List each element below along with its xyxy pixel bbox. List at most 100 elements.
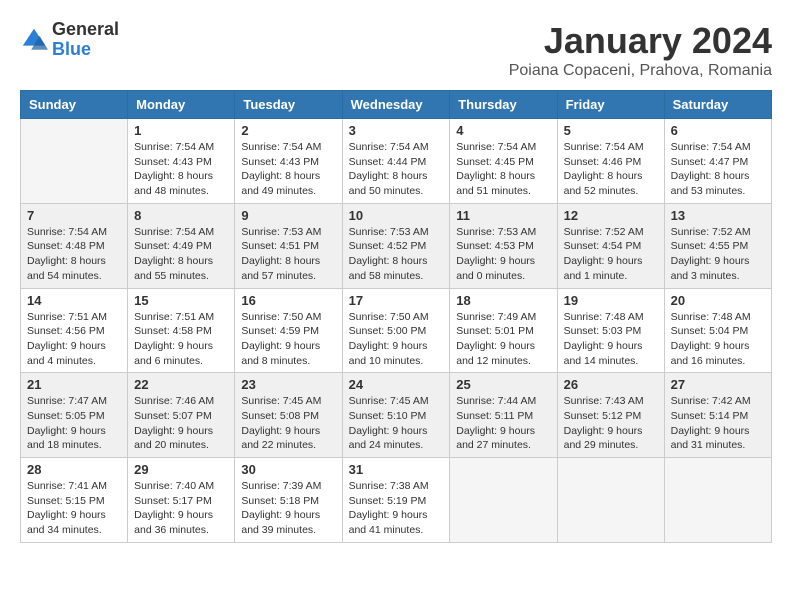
day-number: 26 [564,377,658,392]
day-number: 29 [134,462,228,477]
header-saturday: Saturday [664,91,771,119]
day-detail: Sunrise: 7:51 AMSunset: 4:56 PMDaylight:… [27,310,121,369]
day-detail: Sunrise: 7:54 AMSunset: 4:49 PMDaylight:… [134,225,228,284]
day-number: 8 [134,208,228,223]
table-row [557,458,664,543]
table-row: 27 Sunrise: 7:42 AMSunset: 5:14 PMDayligh… [664,373,771,458]
day-detail: Sunrise: 7:52 AMSunset: 4:54 PMDaylight:… [564,225,658,284]
calendar-header-row: Sunday Monday Tuesday Wednesday Thursday… [21,91,772,119]
table-row: 16Sunrise: 7:50 AMSunset: 4:59 PMDayligh… [235,288,342,373]
day-number: 3 [349,123,444,138]
day-number: 18 [456,293,550,308]
day-detail: Sunrise: 7:48 AMSunset: 5:03 PMDaylight:… [564,310,658,369]
header-friday: Friday [557,91,664,119]
day-detail: Sunrise: 7:51 AMSunset: 4:58 PMDaylight:… [134,310,228,369]
day-detail: Sunrise: 7:54 AMSunset: 4:48 PMDaylight:… [27,225,121,284]
header-tuesday: Tuesday [235,91,342,119]
table-row: 30Sunrise: 7:39 AMSunset: 5:18 PMDayligh… [235,458,342,543]
day-number: 23 [241,377,335,392]
table-row: 20Sunrise: 7:48 AMSunset: 5:04 PMDayligh… [664,288,771,373]
day-number: 19 [564,293,658,308]
day-detail: Sunrise: 7:54 AMSunset: 4:47 PMDaylight:… [671,140,765,199]
table-row: 14 Sunrise: 7:51 AMSunset: 4:56 PMDayligh… [21,288,128,373]
table-row: 26 Sunrise: 7:43 AMSunset: 5:12 PMDayligh… [557,373,664,458]
day-number: 28 [27,462,121,477]
day-number: 9 [241,208,335,223]
day-number: 10 [349,208,444,223]
table-row: 21 Sunrise: 7:47 AMSunset: 5:05 PMDayligh… [21,373,128,458]
table-row: 1 Sunrise: 7:54 AMSunset: 4:43 PMDaylight… [128,119,235,204]
day-detail: Sunrise: 7:47 AMSunset: 5:05 PMDaylight:… [27,394,121,453]
logo-text: General Blue [52,20,119,60]
day-detail: Sunrise: 7:45 AMSunset: 5:08 PMDaylight:… [241,394,335,453]
day-number: 12 [564,208,658,223]
day-number: 25 [456,377,550,392]
location-subtitle: Poiana Copaceni, Prahova, Romania [509,62,772,80]
calendar-week-row: 1 Sunrise: 7:54 AMSunset: 4:43 PMDaylight… [21,119,772,204]
day-number: 14 [27,293,121,308]
table-row: 6 Sunrise: 7:54 AMSunset: 4:47 PMDaylight… [664,119,771,204]
table-row: 9Sunrise: 7:53 AMSunset: 4:51 PMDaylight… [235,203,342,288]
day-detail: Sunrise: 7:50 AMSunset: 5:00 PMDaylight:… [349,310,444,369]
table-row: 8 Sunrise: 7:54 AMSunset: 4:49 PMDaylight… [128,203,235,288]
day-detail: Sunrise: 7:38 AMSunset: 5:19 PMDaylight:… [349,479,444,538]
title-section: January 2024 Poiana Copaceni, Prahova, R… [509,20,772,80]
day-detail: Sunrise: 7:44 AMSunset: 5:11 PMDaylight:… [456,394,550,453]
table-row: 28 Sunrise: 7:41 AMSunset: 5:15 PMDayligh… [21,458,128,543]
logo-general-text: General [52,20,119,40]
day-number: 15 [134,293,228,308]
table-row [664,458,771,543]
table-row: 13Sunrise: 7:52 AMSunset: 4:55 PMDayligh… [664,203,771,288]
day-number: 13 [671,208,765,223]
day-detail: Sunrise: 7:42 AMSunset: 5:14 PMDaylight:… [671,394,765,453]
day-number: 31 [349,462,444,477]
table-row: 3 Sunrise: 7:54 AMSunset: 4:44 PMDaylight… [342,119,450,204]
day-number: 7 [27,208,121,223]
day-detail: Sunrise: 7:49 AMSunset: 5:01 PMDaylight:… [456,310,550,369]
day-number: 16 [241,293,335,308]
table-row: 4 Sunrise: 7:54 AMSunset: 4:45 PMDaylight… [450,119,557,204]
header-thursday: Thursday [450,91,557,119]
table-row [450,458,557,543]
day-number: 6 [671,123,765,138]
day-detail: Sunrise: 7:54 AMSunset: 4:45 PMDaylight:… [456,140,550,199]
day-number: 5 [564,123,658,138]
table-row: 11Sunrise: 7:53 AMSunset: 4:53 PMDayligh… [450,203,557,288]
day-detail: Sunrise: 7:39 AMSunset: 5:18 PMDaylight:… [241,479,335,538]
day-number: 17 [349,293,444,308]
table-row: 19 Sunrise: 7:48 AMSunset: 5:03 PMDayligh… [557,288,664,373]
day-number: 1 [134,123,228,138]
day-number: 24 [349,377,444,392]
table-row: 29 Sunrise: 7:40 AMSunset: 5:17 PMDayligh… [128,458,235,543]
day-detail: Sunrise: 7:48 AMSunset: 5:04 PMDaylight:… [671,310,765,369]
table-row: 18 Sunrise: 7:49 AMSunset: 5:01 PMDayligh… [450,288,557,373]
day-detail: Sunrise: 7:54 AMSunset: 4:44 PMDaylight:… [349,140,444,199]
logo: General Blue [20,20,119,60]
logo-blue-text: Blue [52,40,119,60]
day-detail: Sunrise: 7:45 AMSunset: 5:10 PMDaylight:… [349,394,444,453]
calendar-week-row: 21 Sunrise: 7:47 AMSunset: 5:05 PMDayligh… [21,373,772,458]
day-number: 4 [456,123,550,138]
calendar-week-row: 7 Sunrise: 7:54 AMSunset: 4:48 PMDaylight… [21,203,772,288]
table-row: 31 Sunrise: 7:38 AMSunset: 5:19 PMDayligh… [342,458,450,543]
day-detail: Sunrise: 7:54 AMSunset: 4:43 PMDaylight:… [134,140,228,199]
day-number: 21 [27,377,121,392]
day-detail: Sunrise: 7:43 AMSunset: 5:12 PMDaylight:… [564,394,658,453]
table-row: 25 Sunrise: 7:44 AMSunset: 5:11 PMDayligh… [450,373,557,458]
day-detail: Sunrise: 7:53 AMSunset: 4:52 PMDaylight:… [349,225,444,284]
table-row: 15 Sunrise: 7:51 AMSunset: 4:58 PMDayligh… [128,288,235,373]
day-detail: Sunrise: 7:41 AMSunset: 5:15 PMDaylight:… [27,479,121,538]
calendar-week-row: 14 Sunrise: 7:51 AMSunset: 4:56 PMDayligh… [21,288,772,373]
day-number: 2 [241,123,335,138]
day-detail: Sunrise: 7:54 AMSunset: 4:43 PMDaylight:… [241,140,335,199]
table-row: 22Sunrise: 7:46 AMSunset: 5:07 PMDayligh… [128,373,235,458]
day-detail: Sunrise: 7:40 AMSunset: 5:17 PMDaylight:… [134,479,228,538]
page-header: General Blue January 2024 Poiana Copacen… [20,20,772,80]
day-detail: Sunrise: 7:54 AMSunset: 4:46 PMDaylight:… [564,140,658,199]
table-row: 7 Sunrise: 7:54 AMSunset: 4:48 PMDaylight… [21,203,128,288]
calendar-table: Sunday Monday Tuesday Wednesday Thursday… [20,90,772,543]
day-number: 27 [671,377,765,392]
table-row: 2 Sunrise: 7:54 AMSunset: 4:43 PMDaylight… [235,119,342,204]
table-row [21,119,128,204]
day-detail: Sunrise: 7:53 AMSunset: 4:53 PMDaylight:… [456,225,550,284]
